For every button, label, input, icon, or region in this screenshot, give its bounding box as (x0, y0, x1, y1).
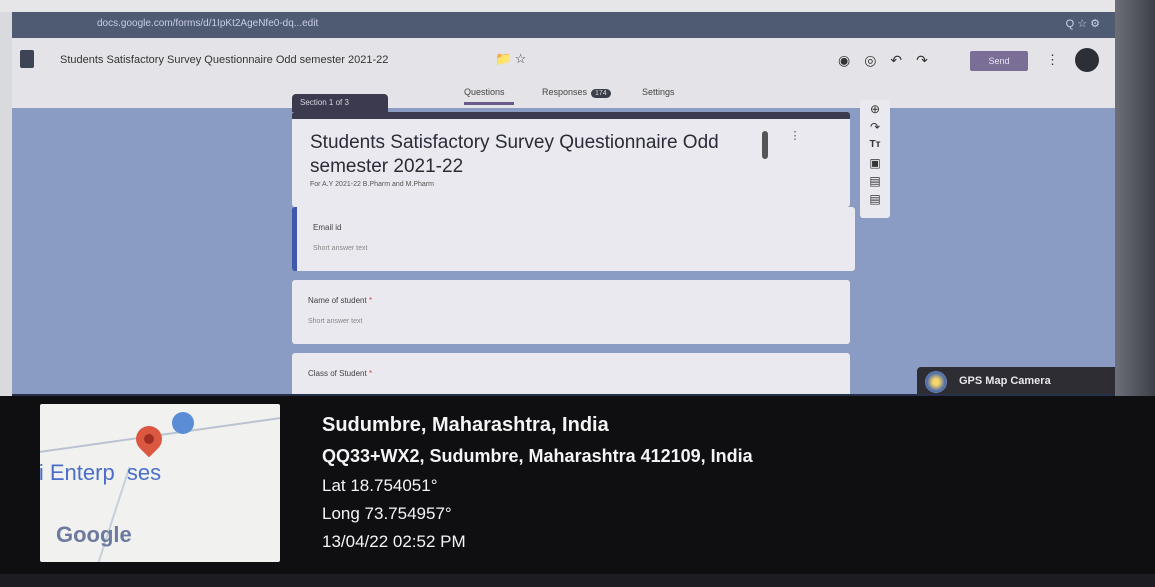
toolbar-icons[interactable]: ◉◎↶↷ (838, 52, 942, 69)
forms-header: Students Satisfactory Survey Questionnai… (12, 38, 1122, 108)
tab-questions[interactable]: Questions (464, 87, 505, 97)
question-label-text: Email id (313, 223, 342, 232)
avatar[interactable] (1075, 48, 1099, 72)
import-questions-icon[interactable]: ↷ (860, 118, 890, 136)
bottom-strip (0, 574, 1155, 587)
short-answer-hint: Short answer text (313, 245, 368, 252)
tab-responses[interactable]: Responses 174 (542, 87, 611, 98)
form-title[interactable]: Students Satisfactory Survey Questionnai… (310, 131, 750, 179)
short-answer-hint: Short answer text (308, 318, 363, 325)
form-description[interactable]: For A.Y 2021-22 B.Pharm and M.Pharm (310, 181, 434, 188)
send-button[interactable]: Send (970, 51, 1028, 71)
address-bar[interactable]: docs.google.com/forms/d/1IpKt2AgeNfe0-dq… (12, 12, 1140, 38)
form-title-card[interactable]: Students Satisfactory Survey Questionnai… (292, 112, 850, 207)
question-card-name[interactable]: Name of student * Short answer text (292, 280, 850, 344)
card-tools-icons[interactable]: ↕⋮ (764, 129, 821, 142)
place-name: Sudumbre, Maharashtra, India (322, 414, 609, 436)
question-card-class[interactable]: Class of Student * (292, 353, 850, 397)
gps-camera-badge: GPS Map Camera (917, 367, 1117, 397)
tab-settings[interactable]: Settings (642, 87, 675, 97)
map-marker-icon (172, 412, 194, 434)
section-label: Section 1 of 3 (292, 94, 388, 112)
full-address: QQ33+WX2, Sudumbre, Maharashtra 412109, … (322, 446, 753, 466)
responses-count-badge: 174 (591, 89, 611, 98)
latitude: Lat 18.754051° (322, 476, 438, 495)
add-question-icon[interactable]: ⊕ (860, 100, 890, 118)
question-card-email[interactable]: Email id Short answer text (292, 207, 855, 271)
map-thumbnail: li Enterp ses Google (40, 404, 280, 562)
question-label: Class of Student * (308, 369, 372, 378)
map-place-label: li Enterp ses (40, 460, 162, 485)
more-options-icon[interactable]: ⋮ (1046, 52, 1059, 68)
location-pin-dot (144, 434, 154, 444)
add-image-icon[interactable]: ▣ (860, 154, 890, 172)
map-brand-logo: Google (56, 522, 132, 547)
required-asterisk: * (368, 369, 373, 378)
monitor-bezel (0, 0, 1155, 12)
location-overlay: li Enterp ses Google Sudumbre, Maharasht… (0, 396, 1155, 587)
question-label-text: Name of student (308, 296, 367, 305)
question-label: Email id (313, 223, 341, 232)
document-title[interactable]: Students Satisfactory Survey Questionnai… (60, 54, 388, 66)
add-section-icon[interactable]: ▤ (860, 190, 890, 208)
active-tab-indicator (464, 102, 514, 105)
gps-camera-icon (925, 371, 947, 393)
required-asterisk: * (368, 296, 373, 305)
add-video-icon[interactable]: ▤ (860, 172, 890, 190)
question-label: Name of student * (308, 296, 372, 305)
folder-star-icons[interactable]: 📁 ☆ (495, 51, 526, 67)
extension-icons[interactable]: Q ☆ ⚙ (1066, 17, 1100, 30)
url-text[interactable]: docs.google.com/forms/d/1IpKt2AgeNfe0-dq… (97, 18, 318, 29)
question-label-text: Class of Student (308, 369, 367, 378)
longitude: Long 73.754957° (322, 504, 452, 523)
forms-logo-icon[interactable] (20, 50, 34, 68)
tab-responses-label: Responses (542, 87, 588, 97)
floating-toolbar: ⊕ ↷ Tт ▣ ▤ ▤ (860, 100, 890, 218)
add-title-icon[interactable]: Tт (860, 136, 890, 154)
timestamp: 13/04/22 02:52 PM (322, 532, 466, 551)
gps-camera-label: GPS Map Camera (959, 375, 1051, 387)
